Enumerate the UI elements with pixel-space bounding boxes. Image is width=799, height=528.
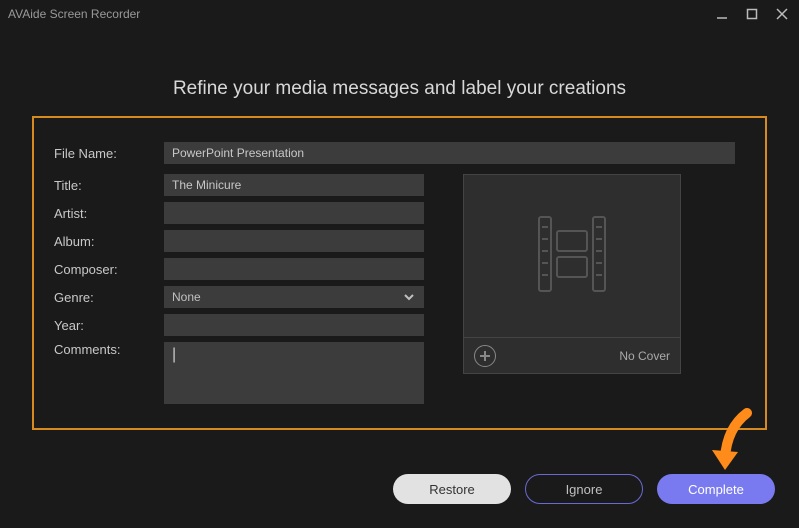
- album-input[interactable]: [164, 230, 424, 252]
- artist-input[interactable]: [164, 202, 424, 224]
- cover-preview: [464, 175, 680, 337]
- comments-textarea[interactable]: |: [164, 342, 424, 404]
- page-heading: Refine your media messages and label you…: [0, 78, 799, 100]
- file-name-label: File Name:: [54, 146, 164, 161]
- metadata-panel: File Name: PowerPoint Presentation Title…: [32, 116, 767, 430]
- genre-select[interactable]: None: [164, 286, 424, 308]
- file-name-input[interactable]: PowerPoint Presentation: [164, 142, 735, 164]
- album-label: Album:: [54, 234, 164, 249]
- genre-label: Genre:: [54, 290, 164, 305]
- composer-label: Composer:: [54, 262, 164, 277]
- restore-button[interactable]: Restore: [393, 474, 511, 504]
- comments-label: Comments:: [54, 342, 164, 357]
- artist-label: Artist:: [54, 206, 164, 221]
- app-title: AVAide Screen Recorder: [8, 7, 713, 21]
- complete-button[interactable]: Complete: [657, 474, 775, 504]
- composer-input[interactable]: [164, 258, 424, 280]
- film-icon: [527, 209, 617, 304]
- year-input[interactable]: [164, 314, 424, 336]
- add-cover-button[interactable]: [474, 345, 496, 367]
- maximize-button[interactable]: [743, 5, 761, 23]
- year-label: Year:: [54, 318, 164, 333]
- chevron-down-icon: [402, 290, 416, 304]
- plus-icon: [479, 350, 491, 362]
- ignore-button[interactable]: Ignore: [525, 474, 643, 504]
- title-label: Title:: [54, 178, 164, 193]
- close-button[interactable]: [773, 5, 791, 23]
- title-input[interactable]: The Minicure: [164, 174, 424, 196]
- cover-panel: No Cover: [463, 174, 681, 374]
- genre-value: None: [172, 290, 201, 304]
- minimize-button[interactable]: [713, 5, 731, 23]
- no-cover-label: No Cover: [619, 349, 670, 363]
